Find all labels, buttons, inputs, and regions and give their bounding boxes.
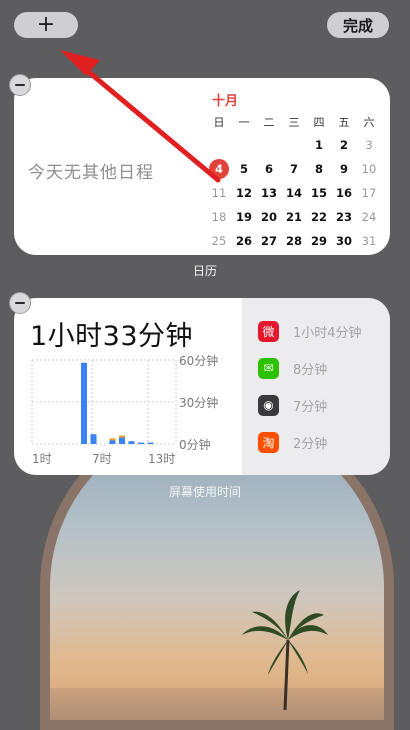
annotation-arrow bbox=[60, 50, 221, 183]
